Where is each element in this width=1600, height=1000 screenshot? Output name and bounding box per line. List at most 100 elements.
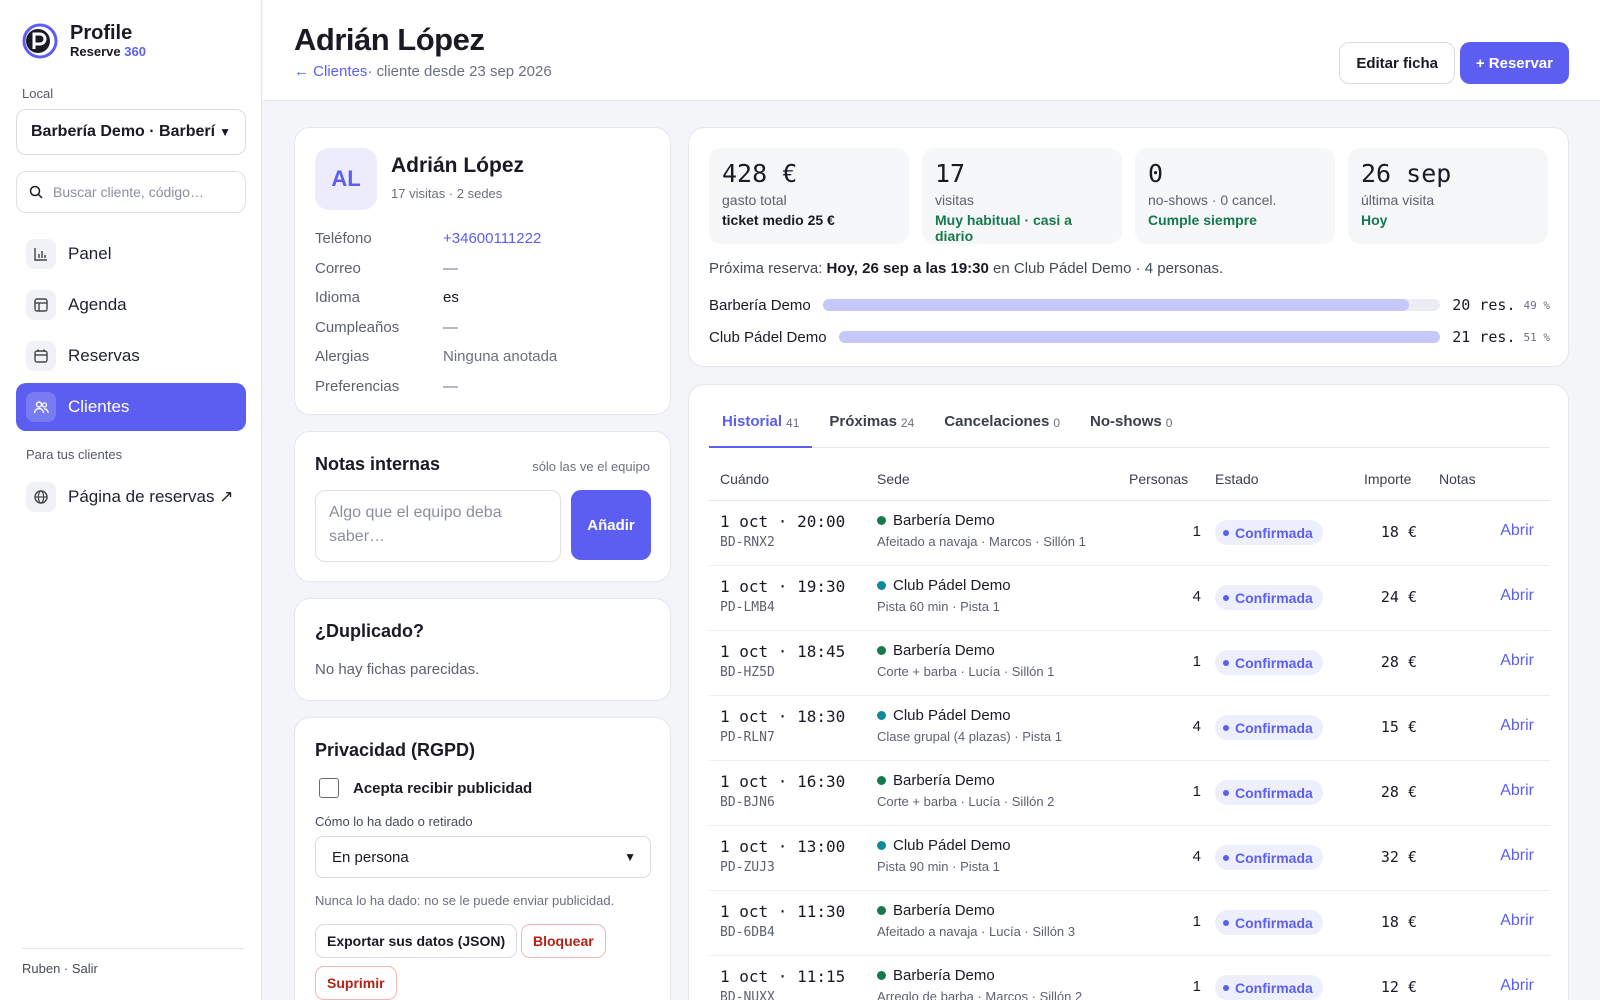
th-amount: Importe <box>1364 471 1412 487</box>
tab-no-shows[interactable]: No-shows 0 <box>1077 410 1185 448</box>
open-link[interactable]: Abrir <box>1500 782 1534 800</box>
tab-label: Historial <box>722 413 783 430</box>
sede-detail: Arreglo de barba · Marcos · Sillón 2 <box>877 989 1083 1000</box>
table-row[interactable]: 1 oct · 20:00 BD-RNX2 Barbería Demo Afei… <box>709 501 1550 566</box>
status-dot-icon <box>1223 984 1229 991</box>
table-row[interactable]: 1 oct · 19:30 PD-LMB4 Club Pádel Demo Pi… <box>709 566 1550 631</box>
field-preferences: Preferencias — <box>315 372 655 402</box>
stat-extra: Hoy <box>1361 212 1388 228</box>
field-value: es <box>443 289 459 307</box>
nav-label: Clientes <box>68 397 130 416</box>
brand[interactable]: Profile Reserve 360 <box>22 22 146 60</box>
open-link[interactable]: Abrir <box>1500 977 1534 995</box>
open-link[interactable]: Abrir <box>1500 912 1534 930</box>
nav-item-reservas[interactable]: Reservas <box>16 332 246 380</box>
stat-last-visit: 26 sep última visita Hoy <box>1348 148 1548 244</box>
globe-icon <box>26 482 56 512</box>
consent-source-select[interactable]: En persona ▼ <box>315 836 651 878</box>
reservation-code: PD-RLN7 <box>720 730 775 745</box>
search-input[interactable]: Buscar cliente, código… <box>16 171 246 213</box>
consent-checkbox[interactable] <box>319 778 339 798</box>
tab-historial[interactable]: Historial 41 <box>709 410 813 448</box>
field-value: Ninguna anotada <box>443 348 558 366</box>
cell-amount: 32 € <box>1380 848 1417 866</box>
logout-link[interactable]: Salir <box>72 961 98 976</box>
phone-link[interactable]: +34600111222 <box>443 230 541 247</box>
nav-item-clientes[interactable]: Clientes <box>16 383 246 431</box>
tab-count: 0 <box>1053 416 1061 430</box>
field-phone: Teléfono +34600111222 <box>315 224 655 254</box>
open-link[interactable]: Abrir <box>1500 847 1534 865</box>
th-sede: Sede <box>877 471 910 487</box>
venue-pct: 51 % <box>1523 330 1551 344</box>
next-res-prefix: Próxima reserva: <box>709 260 827 277</box>
nav-label: Agenda <box>68 295 127 314</box>
cell-amount: 28 € <box>1380 783 1417 801</box>
reservation-time: 1 oct · 18:30 <box>720 707 846 726</box>
status-label: Confirmada <box>1235 979 1313 996</box>
venue-dot-icon <box>877 711 886 720</box>
privacy-card: Privacidad (RGPD) Acepta recibir publici… <box>294 717 671 1000</box>
venue-count: 21 res. <box>1452 328 1516 346</box>
local-select[interactable]: Barbería Demo · Barberí ▼ <box>16 109 246 155</box>
cell-amount: 12 € <box>1380 978 1417 996</box>
cell-people: 1 <box>1192 978 1201 995</box>
users-icon <box>26 392 56 422</box>
table-row[interactable]: 1 oct · 11:30 BD-6DB4 Barbería Demo Afei… <box>709 891 1550 956</box>
reservation-time: 1 oct · 19:30 <box>720 577 846 596</box>
notes-card: Notas internas sólo las ve el equipo Alg… <box>294 431 671 582</box>
venue-dot-icon <box>877 971 886 980</box>
cell-amount: 18 € <box>1380 913 1417 931</box>
table-row[interactable]: 1 oct · 16:30 BD-BJN6 Barbería Demo Cort… <box>709 761 1550 826</box>
cell-people: 4 <box>1192 588 1201 605</box>
brand-sub-accent: 360 <box>124 44 146 59</box>
nav-item-booking-page[interactable]: Página de reservas ↗ <box>16 473 246 521</box>
tab-cancelaciones[interactable]: Cancelaciones 0 <box>931 410 1073 448</box>
block-button[interactable]: Bloquear <box>521 924 606 958</box>
open-link[interactable]: Abrir <box>1500 652 1534 670</box>
profile-name: Adrián López <box>391 154 525 177</box>
history-tabs: Historial 41 Próximas 24 Cancelaciones 0 No… <box>709 410 1550 448</box>
notes-hint: sólo las ve el equipo <box>532 459 650 474</box>
sidebar: Profile Reserve 360 Local Barbería Demo … <box>0 0 262 1000</box>
new-reservation-button[interactable]: + Reservar <box>1459 42 1569 84</box>
status-label: Confirmada <box>1235 589 1313 606</box>
cell-people: 1 <box>1192 653 1201 670</box>
venue-bar-fill <box>822 299 1410 311</box>
reservation-code: PD-LMB4 <box>720 600 775 615</box>
table-row[interactable]: 1 oct · 11:15 BD-NUXX Barbería Demo Arre… <box>709 956 1550 1000</box>
status-label: Confirmada <box>1235 914 1313 931</box>
field-value: — <box>443 259 458 277</box>
status-badge: Confirmada <box>1215 715 1323 740</box>
consent-row[interactable]: Acepta recibir publicidad <box>319 778 532 798</box>
consent-source-value: En persona <box>332 848 409 866</box>
nav-item-agenda[interactable]: Agenda <box>16 281 246 329</box>
table-row[interactable]: 1 oct · 18:30 PD-RLN7 Club Pádel Demo Cl… <box>709 696 1550 761</box>
sede-detail: Corte + barba · Lucía · Sillón 1 <box>877 664 1055 679</box>
open-link[interactable]: Abrir <box>1500 522 1534 540</box>
export-data-button[interactable]: Exportar sus datos (JSON) <box>315 924 518 958</box>
back-to-clients-link[interactable]: ← Clientes <box>294 63 367 80</box>
tab-count: 41 <box>786 416 800 430</box>
cell-sede: Barbería Demo Corte + barba · Lucía · Si… <box>877 642 1054 679</box>
sede-detail: Pista 90 min · Pista 1 <box>877 859 1000 874</box>
tab-proximas[interactable]: Próximas 24 <box>816 410 927 448</box>
delete-button[interactable]: Suprimir <box>315 966 397 1000</box>
reservation-code: PD-ZUJ3 <box>720 860 775 875</box>
open-link[interactable]: Abrir <box>1500 717 1534 735</box>
consent-label: Acepta recibir publicidad <box>353 779 533 797</box>
sede-detail: Pista 60 min · Pista 1 <box>877 599 1000 614</box>
table-row[interactable]: 1 oct · 13:00 PD-ZUJ3 Club Pádel Demo Pi… <box>709 826 1550 891</box>
add-note-button[interactable]: Añadir <box>571 490 651 560</box>
cell-people: 1 <box>1192 523 1201 540</box>
nav-item-panel[interactable]: Panel <box>16 230 246 278</box>
table-row[interactable]: 1 oct · 18:45 BD-HZ5D Barbería Demo Cort… <box>709 631 1550 696</box>
privacy-title: Privacidad (RGPD) <box>315 740 476 760</box>
notes-textarea[interactable]: Algo que el equipo deba saber… <box>315 490 561 562</box>
sidebar-footer: Ruben · Salir <box>22 948 244 976</box>
open-link[interactable]: Abrir <box>1500 587 1534 605</box>
chart-icon <box>26 239 56 269</box>
notes-title: Notas internas <box>315 454 441 474</box>
cell-sede: Club Pádel Demo Pista 60 min · Pista 1 <box>877 577 1011 614</box>
edit-profile-button[interactable]: Editar ficha <box>1339 42 1455 84</box>
